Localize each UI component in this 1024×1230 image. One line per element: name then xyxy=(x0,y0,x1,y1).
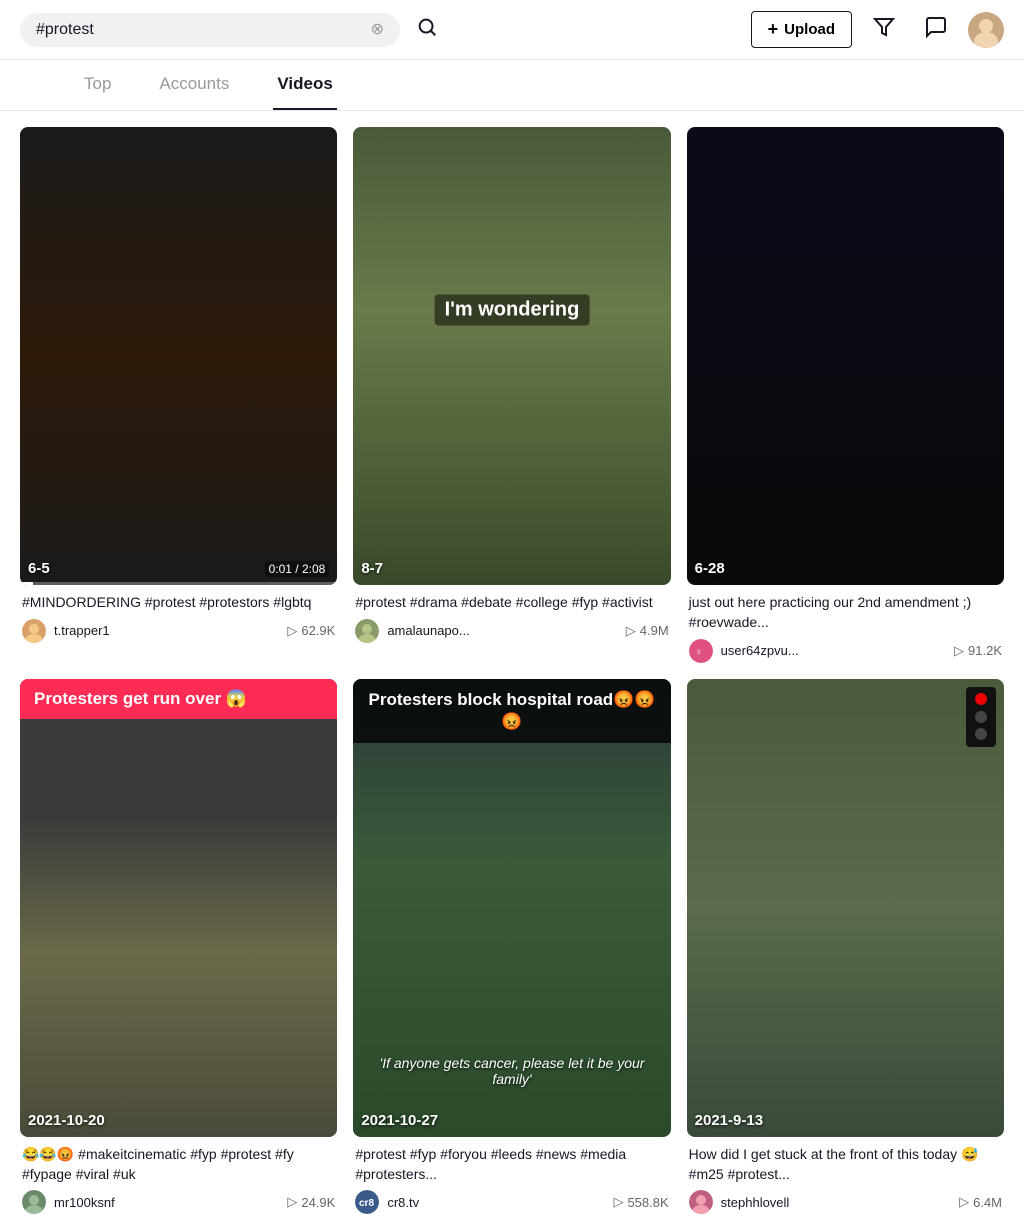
main-content: 6-5 0:01 / 2:08 #MINDORDERING #protest #… xyxy=(0,111,1024,1230)
user-avatar-small xyxy=(22,619,46,643)
user-avatar-small xyxy=(355,619,379,643)
video-card: 2021-9-13 How did I get stuck at the fro… xyxy=(687,679,1004,1215)
play-icon: ▷ xyxy=(287,1194,297,1210)
play-count-value: 62.9K xyxy=(301,623,335,638)
video-thumbnail[interactable]: 6-5 0:01 / 2:08 xyxy=(20,127,337,585)
video-date-label: 2021-10-27 xyxy=(361,1112,438,1129)
video-meta: stephhlovell ▷ 6.4M xyxy=(689,1190,1002,1214)
messages-icon[interactable] xyxy=(916,11,956,49)
overlay-text: I'm wondering xyxy=(435,295,590,326)
video-title: #protest #fyp #foryou #leeds #news #medi… xyxy=(355,1145,668,1184)
hospital-banner-text: Protesters block hospital road😡😡😡 xyxy=(368,690,655,731)
light-green xyxy=(975,728,987,740)
username[interactable]: stephhlovell xyxy=(721,1195,951,1210)
video-title: 😂😂😡 #makeitcinematic #fyp #protest #fy #… xyxy=(22,1145,335,1184)
video-card: I'm wondering 8-7 #protest #drama #debat… xyxy=(353,127,670,663)
play-icon: ▷ xyxy=(959,1194,969,1210)
search-icon-button[interactable] xyxy=(412,12,442,48)
upload-button[interactable]: + Upload xyxy=(751,11,852,48)
video-info: just out here practicing our 2nd amendme… xyxy=(687,593,1004,662)
play-count: ▷ 4.9M xyxy=(626,623,669,639)
play-count-value: 558.8K xyxy=(627,1195,668,1210)
video-episode-label: 6-5 xyxy=(28,560,50,577)
user-avatar-small: cr8 xyxy=(355,1190,379,1214)
video-episode-label: 8-7 xyxy=(361,560,383,577)
user-avatar[interactable] xyxy=(968,12,1004,48)
video-info: 😂😂😡 #makeitcinematic #fyp #protest #fy #… xyxy=(20,1145,337,1214)
video-info: #MINDORDERING #protest #protestors #lgbt… xyxy=(20,593,337,643)
video-card: 6-28 just out here practicing our 2nd am… xyxy=(687,127,1004,663)
play-count-value: 24.9K xyxy=(301,1195,335,1210)
search-clear-button[interactable]: ⊗ xyxy=(371,22,384,38)
username[interactable]: amalaunapo... xyxy=(387,623,617,638)
search-bar: ⊗ xyxy=(20,13,400,47)
user-avatar-small xyxy=(22,1190,46,1214)
red-banner: Protesters get run over 😱 xyxy=(20,679,337,719)
search-input[interactable] xyxy=(36,21,363,39)
play-icon: ▷ xyxy=(626,623,636,639)
video-meta: mr100ksnf ▷ 24.9K xyxy=(22,1190,335,1214)
video-meta: amalaunapo... ▷ 4.9M xyxy=(355,619,668,643)
play-icon: ▷ xyxy=(954,643,964,659)
video-thumbnail[interactable]: I'm wondering 8-7 xyxy=(353,127,670,585)
video-card: Protesters block hospital road😡😡😡 'If an… xyxy=(353,679,670,1215)
play-count-value: 6.4M xyxy=(973,1195,1002,1210)
video-subtitle: 'If anyone gets cancer, please let it be… xyxy=(353,1055,670,1087)
upload-label: Upload xyxy=(784,21,835,38)
play-count: ▷ 6.4M xyxy=(959,1194,1002,1210)
light-amber xyxy=(975,711,987,723)
username[interactable]: mr100ksnf xyxy=(54,1195,279,1210)
tab-videos[interactable]: Videos xyxy=(273,60,336,110)
light-red xyxy=(975,693,987,705)
video-date-label: 2021-9-13 xyxy=(695,1112,763,1129)
tab-accounts[interactable]: Accounts xyxy=(155,60,233,110)
video-info: #protest #fyp #foryou #leeds #news #medi… xyxy=(353,1145,670,1214)
video-info: How did I get stuck at the front of this… xyxy=(687,1145,1004,1214)
tabs-bar: Top Accounts Videos xyxy=(0,60,1024,111)
video-title: #MINDORDERING #protest #protestors #lgbt… xyxy=(22,593,335,613)
progress-bar xyxy=(20,582,337,585)
play-count-value: 91.2K xyxy=(968,643,1002,658)
video-meta: t.trapper1 ▷ 62.9K xyxy=(22,619,335,643)
video-grid: 6-5 0:01 / 2:08 #MINDORDERING #protest #… xyxy=(20,127,1004,1214)
header: ⊗ + Upload xyxy=(0,0,1024,60)
video-card: Protesters get run over 😱 2021-10-20 😂😂😡… xyxy=(20,679,337,1215)
red-banner-text: Protesters get run over 😱 xyxy=(34,689,247,709)
video-thumbnail[interactable]: 6-28 xyxy=(687,127,1004,585)
video-date-label: 2021-10-20 xyxy=(28,1112,105,1129)
play-count: ▷ 558.8K xyxy=(613,1194,668,1210)
progress-fill xyxy=(20,582,33,585)
svg-text:cr8: cr8 xyxy=(359,1198,374,1209)
username[interactable]: user64zpvu... xyxy=(721,643,946,658)
video-info: #protest #drama #debate #college #fyp #a… xyxy=(353,593,670,643)
video-meta: ♀ user64zpvu... ▷ 91.2K xyxy=(689,639,1002,663)
video-title: How did I get stuck at the front of this… xyxy=(689,1145,1002,1184)
play-count-value: 4.9M xyxy=(640,623,669,638)
video-thumbnail[interactable]: Protesters block hospital road😡😡😡 'If an… xyxy=(353,679,670,1137)
video-thumbnail[interactable]: 2021-9-13 xyxy=(687,679,1004,1137)
filter-icon[interactable] xyxy=(864,11,904,49)
video-title: #protest #drama #debate #college #fyp #a… xyxy=(355,593,668,613)
play-count: ▷ 24.9K xyxy=(287,1194,335,1210)
svg-text:♀: ♀ xyxy=(695,647,703,658)
plus-icon: + xyxy=(768,19,779,40)
traffic-light-icon xyxy=(966,687,996,747)
play-icon: ▷ xyxy=(287,623,297,639)
user-avatar-small: ♀ xyxy=(689,639,713,663)
hospital-banner: Protesters block hospital road😡😡😡 xyxy=(353,679,670,743)
video-episode-label: 6-28 xyxy=(695,560,725,577)
video-title: just out here practicing our 2nd amendme… xyxy=(689,593,1002,632)
video-card: 6-5 0:01 / 2:08 #MINDORDERING #protest #… xyxy=(20,127,337,663)
tab-top[interactable]: Top xyxy=(80,60,115,110)
username[interactable]: cr8.tv xyxy=(387,1195,605,1210)
play-icon: ▷ xyxy=(613,1194,623,1210)
play-count: ▷ 62.9K xyxy=(287,623,335,639)
play-count: ▷ 91.2K xyxy=(954,643,1002,659)
user-avatar-small xyxy=(689,1190,713,1214)
video-meta: cr8 cr8.tv ▷ 558.8K xyxy=(355,1190,668,1214)
video-duration: 0:01 / 2:08 xyxy=(265,561,330,577)
username[interactable]: t.trapper1 xyxy=(54,623,279,638)
video-thumbnail[interactable]: Protesters get run over 😱 2021-10-20 xyxy=(20,679,337,1137)
